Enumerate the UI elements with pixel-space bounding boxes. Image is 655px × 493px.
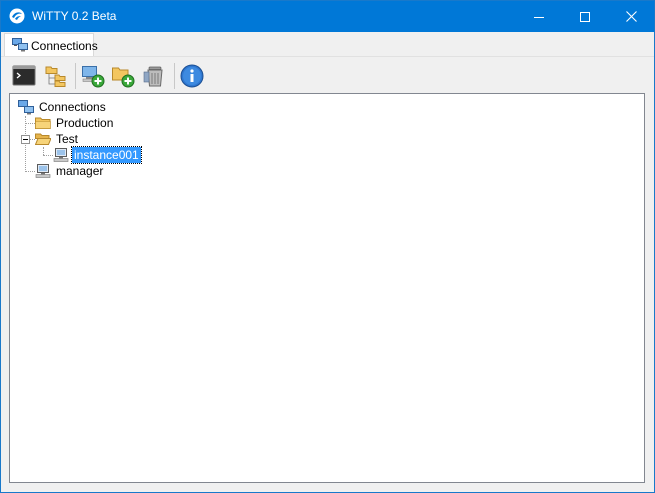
folder-icon [35, 117, 51, 129]
tab-connections[interactable]: Connections [4, 33, 98, 56]
tree-node-label: Connections [39, 100, 106, 114]
delete-button[interactable] [143, 64, 167, 88]
tree-connector [43, 155, 53, 156]
window-title: WiTTY 0.2 Beta [32, 9, 117, 23]
maximize-icon [580, 11, 590, 22]
close-icon [625, 11, 637, 22]
connections-icon [12, 38, 28, 52]
tree-connector [25, 116, 26, 172]
tree-node-label: instance001 [71, 146, 142, 164]
add-connection-button[interactable] [81, 64, 105, 88]
computer-add-icon [82, 66, 105, 88]
connections-icon [18, 100, 34, 115]
toolbar-separator [174, 63, 175, 89]
tree-connector [25, 171, 35, 172]
tree-connector [43, 147, 44, 155]
minimize-button[interactable] [516, 1, 562, 32]
tree-node-label: manager [56, 164, 104, 178]
collapse-toggle[interactable] [21, 135, 30, 144]
witty-logo-icon [9, 8, 25, 24]
folder-add-icon [112, 67, 135, 88]
folder-tree-icon [45, 66, 66, 87]
tree-node-label: Production [56, 116, 114, 130]
close-button[interactable] [608, 1, 654, 32]
title-bar: WiTTY 0.2 Beta [1, 1, 654, 32]
maximize-button[interactable] [562, 1, 608, 32]
tree-root-connections[interactable]: Connections [18, 99, 108, 115]
info-button[interactable] [180, 64, 204, 88]
computer-icon [53, 148, 69, 162]
tree-node-label: Test [56, 132, 79, 146]
info-icon [180, 64, 204, 88]
trash-icon [143, 66, 163, 87]
tree-node-test[interactable]: Test [35, 131, 80, 147]
toolbar [1, 56, 654, 94]
tree-connector [25, 123, 35, 124]
folder-tree-button[interactable] [44, 64, 68, 88]
tab-connections-label: Connections [31, 39, 98, 53]
tab-strip: Connections [1, 32, 654, 56]
tree-node-manager[interactable]: manager [35, 163, 105, 179]
terminal-icon [12, 65, 36, 86]
open-terminal-button[interactable] [12, 64, 36, 88]
app-window: WiTTY 0.2 Beta Connections Connections P… [0, 0, 655, 493]
folder-open-icon [35, 133, 51, 145]
tree-node-production[interactable]: Production [35, 115, 115, 131]
minimize-icon [534, 16, 544, 18]
connections-tree[interactable]: Connections Production Test instance001 … [9, 93, 645, 483]
computer-icon [35, 164, 51, 178]
tree-node-instance001[interactable]: instance001 [53, 146, 142, 164]
toolbar-separator [75, 63, 76, 89]
add-folder-button[interactable] [111, 64, 135, 88]
